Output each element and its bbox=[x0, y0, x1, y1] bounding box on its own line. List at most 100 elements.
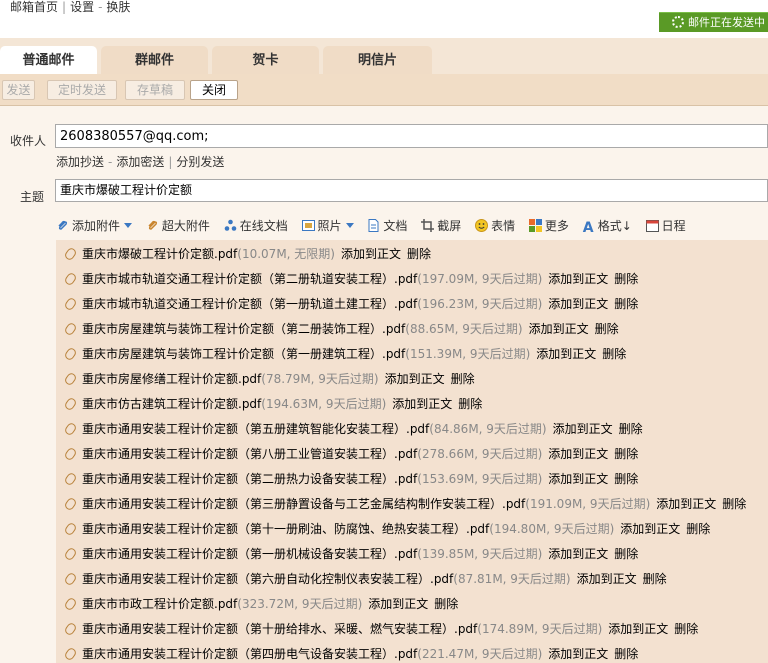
add-bcc-link[interactable]: 添加密送 bbox=[116, 155, 164, 169]
calendar-icon bbox=[645, 218, 659, 232]
add-to-body-link[interactable]: 添加到正文 bbox=[553, 422, 613, 436]
delete-attachment-link[interactable]: 删除 bbox=[686, 522, 710, 536]
paperclip-icon bbox=[63, 571, 78, 587]
add-to-body-link[interactable]: 添加到正文 bbox=[656, 497, 716, 511]
attachment-filename: 重庆市通用安装工程计价定额（第一册机械设备安装工程）.pdf bbox=[82, 547, 418, 561]
attachment-info: (174.89M, 9天后过期) bbox=[477, 622, 603, 636]
add-cc-link[interactable]: 添加抄送 bbox=[56, 155, 104, 169]
large-attachment-button[interactable]: 超大附件 bbox=[146, 216, 210, 236]
recipient-links: 添加抄送 - 添加密送 | 分别发送 bbox=[56, 153, 224, 170]
add-to-body-link[interactable]: 添加到正文 bbox=[529, 322, 589, 336]
add-to-body-link[interactable]: 添加到正文 bbox=[548, 297, 608, 311]
delete-attachment-link[interactable]: 删除 bbox=[614, 472, 638, 486]
add-to-body-link[interactable]: 添加到正文 bbox=[392, 397, 452, 411]
online-document-button[interactable]: 在线文档 bbox=[224, 216, 288, 236]
add-to-body-link[interactable]: 添加到正文 bbox=[548, 272, 608, 286]
paperclip-icon bbox=[63, 321, 78, 337]
add-to-body-link[interactable]: 添加到正文 bbox=[368, 597, 428, 611]
delete-attachment-link[interactable]: 删除 bbox=[643, 572, 667, 586]
attachment-row: 重庆市通用安装工程计价定额（第一册机械设备安装工程）.pdf(139.85M, … bbox=[63, 545, 638, 563]
settings-link[interactable]: 设置 bbox=[70, 0, 94, 14]
attachment-filename: 重庆市通用安装工程计价定额（第四册电气设备安装工程）.pdf bbox=[82, 647, 418, 661]
sending-status: 邮件正在发送中 bbox=[659, 12, 768, 32]
attachment-filename: 重庆市仿古建筑工程计价定额.pdf bbox=[82, 397, 262, 411]
delete-attachment-link[interactable]: 删除 bbox=[674, 622, 698, 636]
attachment-row: 重庆市通用安装工程计价定额（第二册热力设备安装工程）.pdf(153.69M, … bbox=[63, 470, 638, 488]
tab-group-mail[interactable]: 群邮件 bbox=[101, 46, 208, 74]
attachment-row: 重庆市城市轨道交通工程计价定额（第一册轨道土建工程）.pdf(196.23M, … bbox=[63, 295, 638, 313]
attachment-row: 重庆市通用安装工程计价定额（第十册给排水、采暖、燃气安装工程）.pdf(174.… bbox=[63, 620, 698, 638]
format-button[interactable]: A 格式↓ bbox=[583, 216, 632, 236]
add-to-body-link[interactable]: 添加到正文 bbox=[608, 622, 668, 636]
send-button[interactable]: 发送 bbox=[2, 80, 35, 100]
delete-attachment-link[interactable]: 删除 bbox=[614, 272, 638, 286]
skin-link[interactable]: 换肤 bbox=[106, 0, 130, 14]
delete-attachment-link[interactable]: 删除 bbox=[451, 372, 475, 386]
save-draft-button[interactable]: 存草稿 bbox=[125, 80, 185, 100]
tab-postcard[interactable]: 明信片 bbox=[323, 46, 432, 74]
paperclip-icon bbox=[63, 521, 78, 537]
attachment-filename: 重庆市通用安装工程计价定额（第三册静置设备与工艺金属结构制作安装工程）.pdf bbox=[82, 497, 526, 511]
delete-attachment-link[interactable]: 删除 bbox=[458, 397, 482, 411]
attachment-info: (84.86M, 9天后过期) bbox=[429, 422, 547, 436]
emoji-button[interactable]: 表情 bbox=[475, 216, 515, 236]
add-to-body-link[interactable]: 添加到正文 bbox=[385, 372, 445, 386]
attachment-filename: 重庆市通用安装工程计价定额（第十一册刷油、防腐蚀、绝热安装工程）.pdf bbox=[82, 522, 490, 536]
add-to-body-link[interactable]: 添加到正文 bbox=[341, 247, 401, 261]
chevron-down-icon[interactable] bbox=[124, 223, 133, 228]
delete-attachment-link[interactable]: 删除 bbox=[407, 247, 431, 261]
delete-attachment-link[interactable]: 删除 bbox=[722, 497, 746, 511]
scheduled-send-button[interactable]: 定时发送 bbox=[47, 80, 117, 100]
attachment-info: (197.09M, 9天后过期) bbox=[417, 272, 543, 286]
tool-label: 更多 bbox=[544, 219, 569, 233]
subject-label: 主题 bbox=[20, 190, 45, 204]
link-separator: - bbox=[108, 155, 113, 169]
attachment-info: (196.23M, 9天后过期) bbox=[417, 297, 543, 311]
smiley-icon bbox=[475, 218, 489, 232]
more-button[interactable]: 更多 bbox=[528, 216, 569, 236]
document-button[interactable]: 文档 bbox=[367, 216, 407, 236]
tool-label: 日程 bbox=[661, 219, 686, 233]
attachment-filename: 重庆市通用安装工程计价定额（第六册自动化控制仪表安装工程）.pdf bbox=[82, 572, 454, 586]
send-separately-link[interactable]: 分别发送 bbox=[176, 155, 224, 169]
delete-attachment-link[interactable]: 删除 bbox=[614, 647, 638, 661]
to-field[interactable]: 2608380557@qq.com; bbox=[55, 124, 768, 148]
add-to-body-link[interactable]: 添加到正文 bbox=[548, 472, 608, 486]
delete-attachment-link[interactable]: 删除 bbox=[614, 447, 638, 461]
attachment-info: (194.80M, 9天后过期) bbox=[489, 522, 615, 536]
delete-attachment-link[interactable]: 删除 bbox=[602, 347, 626, 361]
photo-button[interactable]: 照片 bbox=[301, 216, 354, 236]
delete-attachment-link[interactable]: 删除 bbox=[434, 597, 458, 611]
tab-greeting-card[interactable]: 贺卡 bbox=[212, 46, 319, 74]
attachment-info: (194.63M, 9天后过期) bbox=[261, 397, 387, 411]
subject-field[interactable]: 重庆市爆破工程计价定额 bbox=[55, 179, 768, 202]
add-to-body-link[interactable]: 添加到正文 bbox=[548, 547, 608, 561]
attachment-filename: 重庆市爆破工程计价定额.pdf bbox=[82, 247, 238, 261]
delete-attachment-link[interactable]: 删除 bbox=[595, 322, 619, 336]
attachment-row: 重庆市通用安装工程计价定额（第五册建筑智能化安装工程）.pdf(84.86M, … bbox=[63, 420, 643, 438]
calendar-button[interactable]: 日程 bbox=[645, 216, 686, 236]
delete-attachment-link[interactable]: 删除 bbox=[614, 297, 638, 311]
add-to-body-link[interactable]: 添加到正文 bbox=[620, 522, 680, 536]
paperclip-icon bbox=[63, 646, 78, 662]
add-to-body-link[interactable]: 添加到正文 bbox=[548, 647, 608, 661]
paperclip-icon bbox=[63, 346, 78, 362]
attachment-info: (221.47M, 9天后过期) bbox=[417, 647, 543, 661]
close-button[interactable]: 关闭 bbox=[190, 80, 238, 100]
compose-toolbar: 发送 定时发送 存草稿 关闭 bbox=[0, 74, 768, 106]
add-to-body-link[interactable]: 添加到正文 bbox=[577, 572, 637, 586]
chevron-down-icon[interactable] bbox=[345, 223, 354, 228]
tool-label: 添加附件 bbox=[72, 219, 121, 233]
online-doc-icon bbox=[224, 218, 237, 231]
add-attachment-button[interactable]: 添加附件 bbox=[56, 216, 133, 236]
tool-label: 文档 bbox=[383, 219, 408, 233]
mailbox-home-link[interactable]: 邮箱首页 bbox=[10, 0, 58, 14]
delete-attachment-link[interactable]: 删除 bbox=[614, 547, 638, 561]
tab-normal-mail[interactable]: 普通邮件 bbox=[0, 46, 97, 74]
attachment-filename: 重庆市房屋建筑与装饰工程计价定额（第二册装饰工程）.pdf bbox=[82, 322, 406, 336]
add-to-body-link[interactable]: 添加到正文 bbox=[548, 447, 608, 461]
screenshot-button[interactable]: 截屏 bbox=[421, 216, 461, 236]
paperclip-icon bbox=[63, 246, 78, 262]
add-to-body-link[interactable]: 添加到正文 bbox=[536, 347, 596, 361]
delete-attachment-link[interactable]: 删除 bbox=[619, 422, 643, 436]
